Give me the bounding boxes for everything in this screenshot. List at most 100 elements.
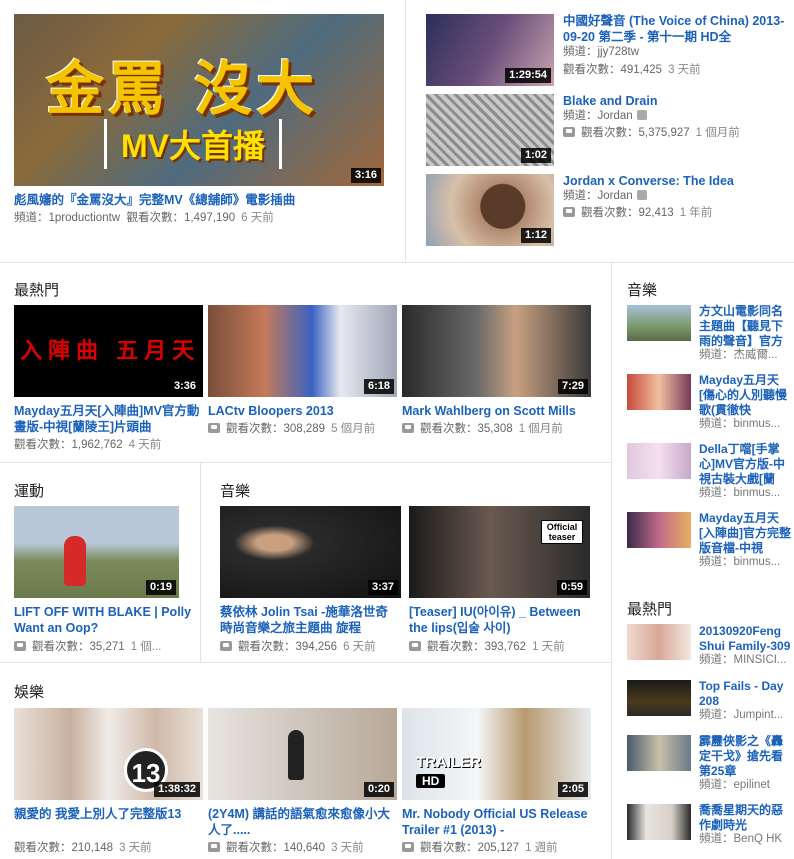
side-thumbnail[interactable]: 1:29:54 [426, 14, 554, 86]
sidebar-video-title[interactable]: 霹靂俠影之《轟定干戈》搶先看第25章 [699, 734, 791, 779]
feature-meta: 頻道：1productiontw 觀看次數：1,497,190 6 天前 [14, 210, 394, 226]
video-thumbnail[interactable]: 13 1:38:32 [14, 708, 203, 800]
section-heading-entertainment[interactable]: 娛樂 [14, 681, 44, 702]
video-stats: 觀看次數：35,271 1 個... [14, 639, 161, 655]
sidebar-thumbnail[interactable] [627, 624, 691, 660]
side-video-channel: 頻道：Jordan [563, 108, 647, 124]
sidebar-video-title[interactable]: Della丁噹[手掌心]MV官方版-中視古裝大戲[蘭 [699, 442, 791, 487]
video-icon [563, 127, 575, 137]
video-title[interactable]: [Teaser] IU(아이유) _ Between the lips(입술 사… [409, 604, 591, 636]
section-heading-sports[interactable]: 運動 [14, 480, 44, 501]
side-video-title[interactable]: 中國好聲音 (The Voice of China) 2013-09-20 第二… [563, 13, 785, 45]
video-thumbnail[interactable]: TRAILER HD 2:05 [402, 708, 591, 800]
official-teaser-badge: Official teaser [541, 520, 583, 544]
upload-age: 5 個月前 [331, 423, 376, 435]
channel-name[interactable]: epilinet [734, 779, 770, 791]
video-title[interactable]: (2Y4M) 講話的語氣愈來愈像小大人了..... [208, 806, 394, 838]
mascot-figure [64, 536, 86, 586]
duration-badge: 3:36 [169, 379, 200, 394]
views-label: 觀看次數： [226, 423, 284, 435]
video-icon [208, 842, 220, 852]
video-thumbnail[interactable]: Official teaser 0:59 [409, 506, 590, 598]
sidebar-video-channel: 頻道：BenQ HK [699, 832, 791, 846]
video-thumbnail[interactable]: 3:37 [220, 506, 401, 598]
view-count: 35,308 [477, 423, 513, 435]
sidebar-thumbnail[interactable] [627, 680, 691, 716]
video-stats: 觀看次數：1,962,762 4 天前 [14, 437, 161, 453]
view-count: 308,289 [283, 423, 326, 435]
section-heading-popular[interactable]: 最熱門 [14, 279, 59, 300]
duration-badge: 1:29:54 [505, 68, 551, 83]
sidebar-thumbnail[interactable] [627, 305, 691, 341]
sidebar-video-title[interactable]: Top Fails - Day 208 [699, 679, 791, 709]
video-stats: 觀看次數：393,762 1 天前 [409, 639, 565, 655]
sidebar-video-title[interactable]: Mayday五月天[入陣曲]官方完整版音檔-中視 [699, 511, 791, 556]
video-thumbnail[interactable]: 入陣曲 五月天 3:36 [14, 305, 203, 397]
side-video-title[interactable]: Blake and Drain [563, 93, 785, 109]
video-title[interactable]: 蔡依林 Jolin Tsai -施華洛世奇時尚音樂之旅主題曲 旋程 [220, 604, 400, 636]
divider [0, 462, 611, 463]
channel-name[interactable]: 1productiontw [49, 212, 121, 224]
view-count: 393,762 [484, 641, 527, 653]
video-thumbnail[interactable]: 7:29 [402, 305, 591, 397]
channel-name[interactable]: Jumpint... [734, 709, 784, 721]
views-label: 觀看次數： [420, 423, 478, 435]
divider [405, 0, 406, 262]
sidebar-thumbnail[interactable] [627, 735, 691, 771]
sidebar-video-title[interactable]: Mayday五月天[傷心的人別聽慢歌(貫徹快 [699, 373, 791, 418]
view-count: 35,271 [89, 641, 125, 653]
channel-label: 頻道： [699, 709, 734, 721]
video-icon [402, 423, 414, 433]
video-thumbnail[interactable]: 0:19 [14, 506, 179, 598]
feature-title[interactable]: 彪風嬸的『金罵沒大』完整MV《總舖師》電影插曲 [14, 192, 384, 208]
sidebar-thumbnail[interactable] [627, 443, 691, 479]
section-heading-music[interactable]: 音樂 [220, 480, 250, 501]
video-title[interactable]: LIFT OFF WITH BLAKE | Polly Want an Oop? [14, 604, 194, 636]
sidebar-thumbnail[interactable] [627, 374, 691, 410]
divider [200, 462, 201, 662]
sidebar-video-title[interactable]: 喬喬星期天的惡作劇時光 [699, 803, 791, 833]
channel-name[interactable]: Jordan [598, 190, 633, 202]
sidebar-heading-music[interactable]: 音樂 [627, 279, 657, 300]
side-video-title[interactable]: Jordan x Converse: The Idea [563, 173, 785, 189]
upload-age: 4 天前 [128, 439, 162, 451]
channel-name[interactable]: jjy728tw [598, 46, 640, 58]
sidebar-thumbnail[interactable] [627, 804, 691, 840]
side-thumbnail[interactable]: 1:02 [426, 94, 554, 166]
channel-label: 頻道： [699, 349, 734, 361]
upload-age: 3 天前 [119, 842, 152, 854]
sidebar-heading-popular[interactable]: 最熱門 [627, 598, 672, 619]
duration-badge: 7:29 [557, 379, 588, 394]
duration-badge: 3:16 [350, 168, 381, 183]
video-title[interactable]: Mayday五月天[入陣曲]MV官方動畫版-中視[蘭陵王]片頭曲 [14, 403, 200, 435]
upload-age: 3 天前 [331, 842, 364, 854]
sidebar-video-title[interactable]: 20130920Feng Shui Family-309 [699, 624, 791, 654]
channel-label: 頻道： [699, 833, 734, 845]
video-stats: 觀看次數：210,148 3 天前 [14, 840, 152, 856]
channel-name[interactable]: Jordan [598, 110, 633, 122]
channel-name[interactable]: MINSICI... [734, 654, 787, 666]
video-title[interactable]: Mr. Nobody Official US Release Trailer #… [402, 806, 592, 838]
divider [611, 262, 612, 859]
sidebar-thumbnail[interactable] [627, 512, 691, 548]
views-label: 觀看次數： [14, 439, 72, 451]
channel-name[interactable]: binmus... [734, 487, 781, 499]
sidebar-video-channel: 頻道：Jumpint... [699, 708, 791, 722]
side-thumbnail[interactable]: 1:12 [426, 174, 554, 246]
video-stats: 觀看次數：308,289 5 個月前 [208, 421, 375, 437]
feature-thumbnail[interactable]: 金罵 沒大 MV大首播 3:16 [14, 14, 384, 186]
channel-name[interactable]: BenQ HK [734, 833, 783, 845]
video-thumbnail[interactable]: 0:20 [208, 708, 397, 800]
video-icon [208, 423, 220, 433]
child-figure [288, 730, 304, 780]
sidebar-video-channel: 頻道：binmus... [699, 486, 791, 500]
sidebar-video-channel: 頻道：杰威爾... [699, 348, 791, 362]
video-title[interactable]: Mark Wahlberg on Scott Mills [402, 403, 602, 419]
video-title[interactable]: 親愛的 我愛上別人了完整版13 [14, 806, 200, 838]
video-title[interactable]: LACtv Bloopers 2013 [208, 403, 394, 419]
channel-name[interactable]: binmus... [734, 418, 781, 430]
channel-name[interactable]: 杰威爾... [734, 349, 778, 361]
channel-name[interactable]: binmus... [734, 556, 781, 568]
sidebar-video-title[interactable]: 方文山電影同名主題曲【聽見下雨的聲音】官方完 [699, 304, 791, 349]
video-thumbnail[interactable]: 6:18 [208, 305, 397, 397]
